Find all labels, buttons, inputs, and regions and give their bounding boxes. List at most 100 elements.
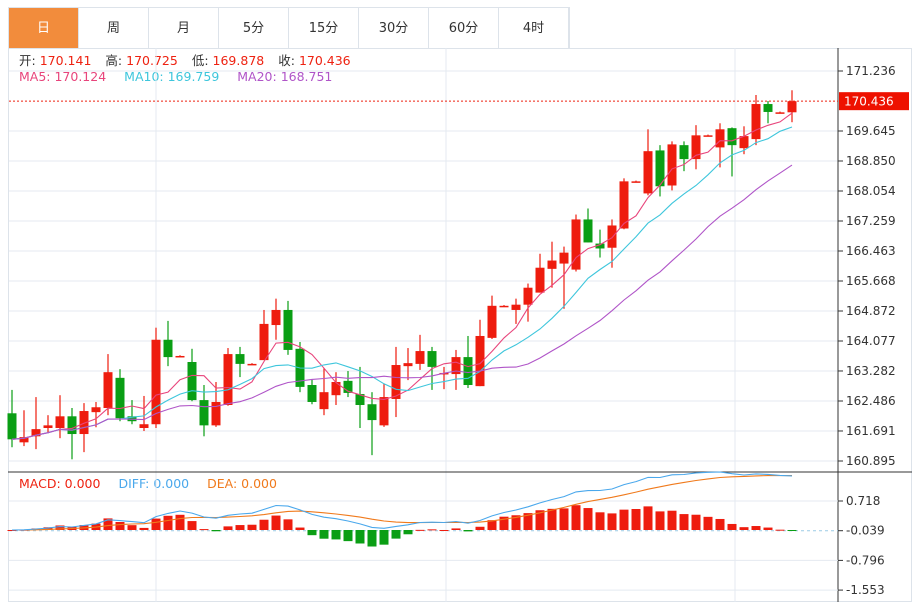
candle bbox=[271, 298, 281, 340]
candle bbox=[103, 354, 113, 416]
macd-bar bbox=[547, 508, 557, 530]
macd-bar bbox=[643, 506, 653, 530]
macd-bar bbox=[475, 526, 485, 530]
macd-bar bbox=[355, 530, 365, 544]
candle-body bbox=[175, 355, 185, 358]
candle bbox=[235, 346, 245, 378]
macd-bar bbox=[211, 530, 221, 532]
y-tick-label: 163.282 bbox=[846, 364, 896, 378]
macd-bar bbox=[727, 523, 737, 530]
candle bbox=[751, 94, 761, 146]
candle-body bbox=[523, 287, 533, 305]
candle-body bbox=[763, 104, 773, 112]
macd-bar bbox=[403, 530, 413, 535]
candle-body bbox=[151, 339, 161, 425]
macd-bar bbox=[451, 528, 461, 530]
macd-bar bbox=[175, 514, 185, 530]
candle-body bbox=[307, 385, 317, 402]
candle-body bbox=[43, 425, 53, 429]
macd-bar bbox=[235, 525, 245, 530]
y-tick-label: 164.872 bbox=[846, 304, 896, 318]
candle bbox=[391, 346, 401, 418]
macd-bar bbox=[307, 530, 317, 536]
candle bbox=[115, 369, 125, 422]
candle-body bbox=[67, 416, 77, 435]
candle-body bbox=[511, 304, 521, 310]
candle-body bbox=[223, 354, 233, 405]
y-tick-label: 161.691 bbox=[846, 424, 896, 438]
macd-bar bbox=[559, 508, 569, 530]
candle bbox=[211, 381, 221, 427]
macd-bar bbox=[439, 529, 449, 531]
candle-body bbox=[775, 112, 785, 114]
candle-body bbox=[367, 404, 377, 421]
candle-body bbox=[643, 151, 653, 194]
candle bbox=[367, 392, 377, 456]
macd-bar bbox=[115, 521, 125, 530]
candle bbox=[415, 334, 425, 370]
y-tick-label: 168.054 bbox=[846, 184, 896, 198]
candle-body bbox=[259, 323, 269, 361]
macd-bar bbox=[787, 530, 797, 531]
candle-body bbox=[163, 339, 173, 358]
macd-bar bbox=[295, 527, 305, 530]
macd-bar bbox=[427, 529, 437, 531]
candle bbox=[667, 141, 677, 191]
candle bbox=[643, 129, 653, 196]
macd-bar bbox=[739, 527, 749, 530]
macd-bar bbox=[703, 516, 713, 530]
candle bbox=[31, 397, 41, 450]
candle-body bbox=[115, 377, 125, 419]
candle-body bbox=[103, 372, 113, 409]
candle bbox=[355, 366, 365, 429]
candle-body bbox=[631, 181, 641, 183]
macd-bar bbox=[679, 514, 689, 530]
candle-body bbox=[499, 305, 509, 308]
candle-body bbox=[199, 400, 209, 426]
macd-bar bbox=[775, 529, 785, 531]
candle bbox=[475, 319, 485, 387]
macd-bar bbox=[391, 530, 401, 539]
candle bbox=[259, 309, 269, 361]
macd-bar bbox=[247, 524, 257, 530]
macd-y-tick-label: 0.718 bbox=[846, 494, 880, 508]
candle bbox=[343, 371, 353, 398]
candle-body bbox=[607, 225, 617, 248]
candle bbox=[283, 300, 293, 355]
candle bbox=[451, 349, 461, 390]
candle bbox=[787, 90, 797, 123]
macd-bar bbox=[259, 519, 269, 530]
candle-body bbox=[703, 135, 713, 137]
y-tick-label: 169.645 bbox=[846, 124, 896, 138]
candle bbox=[379, 383, 389, 427]
candle-body bbox=[667, 144, 677, 186]
candle bbox=[691, 125, 701, 170]
candle bbox=[223, 348, 233, 406]
candle bbox=[55, 395, 65, 439]
candle bbox=[703, 134, 713, 137]
macd-y-tick-label: -0.039 bbox=[846, 524, 885, 538]
macd-bar bbox=[715, 518, 725, 530]
macd-bar bbox=[331, 530, 341, 540]
candle bbox=[583, 208, 593, 243]
y-tick-label: 167.259 bbox=[846, 214, 896, 228]
kline-chart[interactable]: 171.236 169.645 168.850 168.054 167.259 166.4… bbox=[0, 0, 914, 604]
y-tick-label: 168.850 bbox=[846, 154, 896, 168]
candle bbox=[19, 410, 29, 447]
candle-body bbox=[319, 392, 329, 410]
candle-body bbox=[583, 219, 593, 243]
macd-bar bbox=[199, 529, 209, 531]
candle-body bbox=[679, 145, 689, 160]
candle-body bbox=[7, 413, 17, 440]
macd-bar bbox=[163, 515, 173, 530]
candle-body bbox=[247, 363, 257, 366]
macd-bar bbox=[223, 526, 233, 530]
ma20-line bbox=[11, 164, 793, 440]
candle bbox=[487, 295, 497, 339]
candle-body bbox=[463, 357, 473, 386]
macd-bar bbox=[691, 514, 701, 530]
candle bbox=[775, 111, 785, 114]
macd-bar bbox=[619, 509, 629, 530]
candle bbox=[535, 253, 545, 293]
macd-bar bbox=[283, 519, 293, 530]
